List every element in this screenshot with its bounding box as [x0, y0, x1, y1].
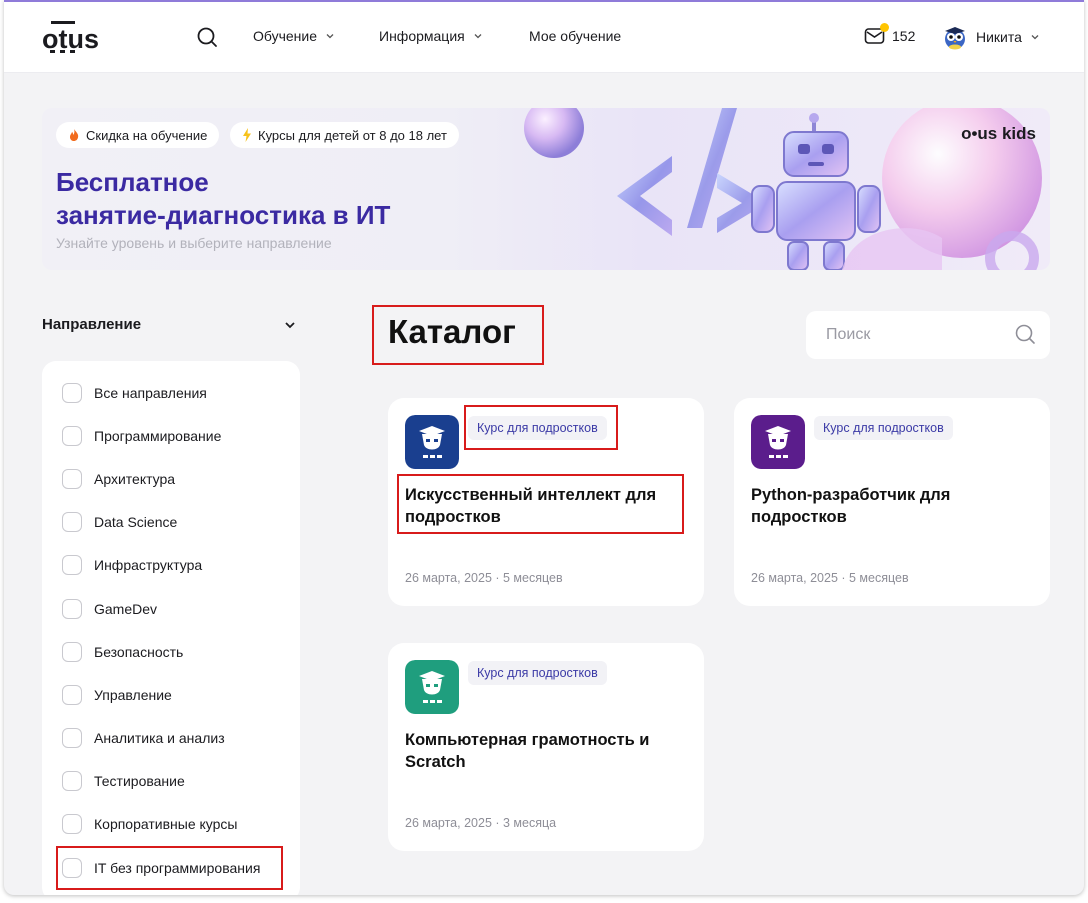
header: ot us Обучение Информация Мое обучение 15…: [4, 2, 1084, 73]
course-title: Python-разработчик для подростков: [751, 486, 951, 526]
checkbox[interactable]: [62, 814, 82, 834]
filter-item-programming[interactable]: Программирование: [62, 424, 221, 448]
banner-subtitle: Узнайте уровень и выберите направление: [56, 235, 332, 251]
course-type-badge: Курс для подростков: [468, 416, 607, 440]
course-title: Компьютерная грамотность и Scratch: [405, 731, 650, 771]
course-mascot-icon: [751, 415, 805, 469]
checkbox[interactable]: [62, 858, 82, 878]
chevron-down-icon: [285, 321, 295, 328]
filter-item-gamedev[interactable]: GameDev: [62, 597, 157, 621]
app-window: ot us Обучение Информация Мое обучение 15…: [4, 0, 1084, 895]
search-input[interactable]: [806, 311, 1026, 359]
search-field[interactable]: [806, 311, 1050, 359]
course-type-badge: Курс для подростков: [468, 661, 607, 685]
promo-banner[interactable]: Скидка на обучение Курсы для детей от 8 …: [42, 108, 1050, 270]
user-menu[interactable]: Никита: [942, 24, 1040, 50]
search-icon[interactable]: [196, 26, 218, 48]
course-mascot-icon: [405, 660, 459, 714]
direction-filter-list: Все направления Программирование Архитек…: [42, 361, 300, 895]
kids-courses-pill[interactable]: Курсы для детей от 8 до 18 лет: [230, 122, 459, 148]
chevron-down-icon: [474, 34, 482, 39]
owl-avatar-icon: [945, 27, 965, 50]
checkbox[interactable]: [62, 728, 82, 748]
course-meta: 26 марта, 2025 · 5 месяцев: [405, 571, 563, 585]
course-card[interactable]: Курс для подростков Python-разработчик д…: [734, 398, 1050, 606]
checkbox[interactable]: [62, 383, 82, 403]
course-card[interactable]: Курс для подростков Компьютерная грамотн…: [388, 643, 704, 851]
filter-item-architecture[interactable]: Архитектура: [62, 467, 175, 491]
chevron-down-icon: [1031, 35, 1039, 40]
user-name: Никита: [976, 29, 1022, 45]
lightning-icon: [243, 128, 251, 142]
banner-title: Бесплатное занятие-диагностика в ИТ: [56, 167, 391, 230]
logo-t: t: [49, 21, 75, 55]
filter-item-it-no-programming[interactable]: IT без программирования: [62, 856, 260, 880]
checkbox[interactable]: [62, 555, 82, 575]
checkbox[interactable]: [62, 469, 82, 489]
page-title: Каталог: [388, 313, 516, 350]
checkbox[interactable]: [62, 426, 82, 446]
course-title: Искусственный интеллект для подростков: [405, 486, 657, 526]
filter-item-management[interactable]: Управление: [62, 683, 172, 707]
fire-icon: [69, 129, 79, 141]
otus-logo[interactable]: ot us: [42, 21, 99, 55]
otus-kids-logo: o•us kids: [961, 124, 1036, 143]
checkbox[interactable]: [62, 771, 82, 791]
course-type-badge: Курс для подростков: [814, 416, 953, 440]
chevron-down-icon: [326, 34, 334, 39]
nav-item-learning[interactable]: Обучение: [253, 28, 335, 44]
filter-item-corporate[interactable]: Корпоративные курсы: [62, 812, 237, 836]
filter-item-infrastructure[interactable]: Инфраструктура: [62, 553, 202, 577]
discount-pill[interactable]: Скидка на обучение: [56, 122, 220, 148]
course-card[interactable]: Курс для подростков Искусственный интелл…: [388, 398, 704, 606]
nav-item-information[interactable]: Информация: [379, 28, 483, 44]
mail-count: 152: [892, 28, 916, 44]
mail-button[interactable]: 152: [864, 23, 916, 46]
filter-item-analytics[interactable]: Аналитика и анализ: [62, 726, 225, 750]
checkbox[interactable]: [62, 599, 82, 619]
filter-item-testing[interactable]: Тестирование: [62, 769, 185, 793]
direction-filter-header[interactable]: Направление: [42, 316, 296, 333]
notification-dot: [880, 23, 889, 32]
filter-item-data-science[interactable]: Data Science: [62, 510, 177, 534]
checkbox[interactable]: [62, 642, 82, 662]
course-meta: 26 марта, 2025 · 3 месяца: [405, 816, 557, 830]
search-icon[interactable]: [1014, 323, 1036, 345]
checkbox[interactable]: [62, 512, 82, 532]
course-mascot-icon: [405, 415, 459, 469]
course-meta: 26 марта, 2025 · 5 месяцев: [751, 571, 909, 585]
filter-item-security[interactable]: Безопасность: [62, 640, 183, 664]
nav-item-my-learning[interactable]: Мое обучение: [529, 28, 621, 44]
filter-item-all[interactable]: Все направления: [62, 381, 207, 405]
mail-icon: [864, 23, 889, 46]
checkbox[interactable]: [62, 685, 82, 705]
